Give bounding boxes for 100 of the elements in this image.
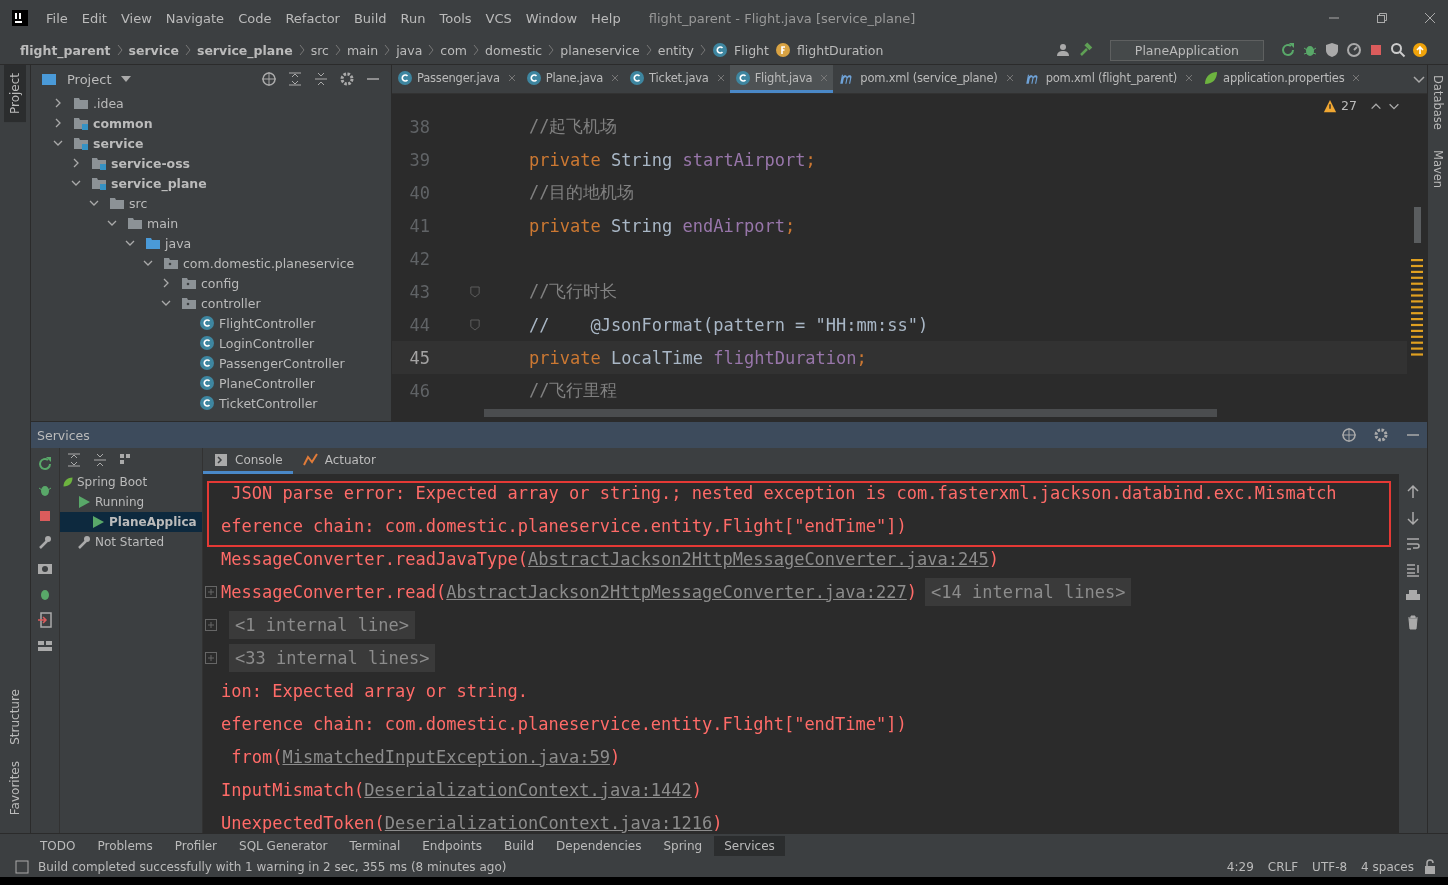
tool-window-tab[interactable]: Spring xyxy=(653,835,713,856)
breadcrumb-item[interactable]: Flight xyxy=(734,42,769,58)
console-tab[interactable]: Console xyxy=(203,448,293,474)
editor-tab[interactable]: Ticket.java xyxy=(624,65,730,93)
expand-all-icon[interactable] xyxy=(66,452,82,468)
rerun-icon[interactable] xyxy=(1280,42,1296,58)
close-icon[interactable] xyxy=(1424,12,1436,24)
tree-item[interactable]: service-oss xyxy=(111,155,191,171)
tree-item[interactable]: .idea xyxy=(93,95,124,111)
warning-count[interactable]: 27 xyxy=(1341,98,1357,113)
editor-tab[interactable]: pom.xml (flight_parent) xyxy=(1018,65,1199,93)
close-icon[interactable] xyxy=(716,73,725,82)
folded-lines[interactable]: <1 internal line> xyxy=(229,610,415,639)
arrow-down-icon[interactable] xyxy=(1405,510,1421,526)
collapse-all-icon[interactable] xyxy=(313,71,329,87)
folded-lines[interactable]: <14 internal lines> xyxy=(925,577,1132,606)
breadcrumb-item[interactable]: entity xyxy=(657,42,694,58)
menu-item[interactable]: Tools xyxy=(433,10,478,26)
tool-window-tab[interactable]: Maven xyxy=(1431,139,1445,198)
menu-item[interactable]: Window xyxy=(519,10,584,26)
menu-item[interactable]: VCS xyxy=(479,10,518,26)
chevron-icon[interactable] xyxy=(71,178,81,188)
target-icon[interactable] xyxy=(1341,427,1357,443)
menu-item[interactable]: Build xyxy=(347,10,393,26)
breadcrumb-item[interactable]: service xyxy=(128,42,179,58)
tree-item[interactable]: service xyxy=(93,135,144,151)
tool-window-tab[interactable]: Structure xyxy=(4,680,26,753)
tree-item[interactable]: PassengerController xyxy=(219,355,345,371)
stop-icon[interactable] xyxy=(37,508,53,524)
tree-item[interactable]: main xyxy=(147,215,179,231)
run-tree-label[interactable]: Spring Boot xyxy=(77,475,148,489)
tree-item[interactable]: TicketController xyxy=(219,395,318,411)
target-icon[interactable] xyxy=(261,71,277,87)
rerun-icon[interactable] xyxy=(37,456,53,472)
trash-icon[interactable] xyxy=(1405,614,1421,630)
chevron-icon[interactable] xyxy=(125,238,135,248)
menu-item[interactable]: Run xyxy=(394,10,432,26)
file-link[interactable]: DeserializationContext.java:1216 xyxy=(384,812,713,833)
lock-icon[interactable] xyxy=(1422,859,1438,875)
editor-tab[interactable]: Plane.java xyxy=(520,65,625,93)
editor-tab[interactable]: Passenger.java xyxy=(392,65,521,93)
tree-item[interactable]: FlightController xyxy=(219,315,316,331)
breadcrumb-item[interactable]: java xyxy=(396,42,423,58)
exit-icon[interactable] xyxy=(37,612,53,628)
caret-icon[interactable] xyxy=(121,76,132,82)
tool-window-tab[interactable]: Profiler xyxy=(164,835,228,856)
panel-title[interactable]: Project xyxy=(67,71,112,87)
tree-item[interactable]: LoginController xyxy=(219,335,315,351)
layout-icon[interactable] xyxy=(37,638,53,654)
wrap-icon[interactable] xyxy=(1405,536,1421,552)
chevron-icon[interactable] xyxy=(53,118,63,128)
scroll-end-icon[interactable] xyxy=(1405,562,1421,578)
tool-window-tab[interactable]: Endpoints xyxy=(412,835,492,856)
arrow-up-icon[interactable] xyxy=(1405,484,1421,500)
close-icon[interactable] xyxy=(507,73,516,82)
settings-icon[interactable] xyxy=(339,71,355,87)
console-tab[interactable]: Actuator xyxy=(292,448,386,474)
run-tree-label[interactable]: Running xyxy=(95,495,145,509)
close-icon[interactable] xyxy=(1185,73,1194,82)
run-tree-label[interactable]: Not Started xyxy=(95,535,165,549)
tool-window-tab[interactable]: Favorites xyxy=(4,752,26,823)
menu-item[interactable]: View xyxy=(114,10,158,26)
tool-window-tab[interactable]: Project xyxy=(4,65,26,123)
file-link[interactable]: MismatchedInputException.java:59 xyxy=(282,746,610,767)
run-configuration-dropdown[interactable]: PlaneApplication xyxy=(1109,39,1264,61)
breadcrumb-item[interactable]: service_plane xyxy=(196,42,293,58)
menu-item[interactable]: Refactor xyxy=(279,10,346,26)
warning-icon[interactable] xyxy=(1323,98,1338,113)
chevron-icon[interactable] xyxy=(143,258,153,268)
breadcrumb-item[interactable]: main xyxy=(346,42,379,58)
editor-tab[interactable]: pom.xml (service_plane) xyxy=(833,65,1019,93)
tool-window-tab[interactable]: Services xyxy=(714,835,785,856)
tool-window-tab[interactable]: SQL Generator xyxy=(229,835,338,856)
editor-tab[interactable]: application.properties xyxy=(1198,65,1366,93)
tree-item[interactable]: common xyxy=(93,115,153,131)
menu-item[interactable]: Navigate xyxy=(159,10,231,26)
menu-item[interactable]: Code xyxy=(232,10,278,26)
gauge-icon[interactable] xyxy=(1346,42,1362,58)
editor-tab[interactable]: Flight.java xyxy=(729,65,834,93)
user-icon[interactable] xyxy=(1055,42,1072,58)
close-icon[interactable] xyxy=(1005,73,1014,82)
file-link[interactable]: DeserializationContext.java:1442 xyxy=(364,779,692,800)
search-icon[interactable] xyxy=(1390,42,1406,58)
breadcrumb-item[interactable]: domestic xyxy=(485,42,543,58)
collapse-all-icon[interactable] xyxy=(92,452,108,468)
tree-item[interactable]: config xyxy=(201,275,240,291)
wrench-icon[interactable] xyxy=(37,534,53,550)
restore-icon[interactable] xyxy=(1376,12,1388,24)
expand-icon[interactable] xyxy=(205,618,217,631)
tree-item[interactable]: src xyxy=(129,195,148,211)
status-item[interactable]: CRLF xyxy=(1267,860,1299,874)
close-icon[interactable] xyxy=(1352,73,1361,82)
file-link[interactable]: AbstractJackson2HttpMessageConverter.java:227 xyxy=(446,581,907,602)
chevron-icon[interactable] xyxy=(53,98,63,108)
tree-item[interactable]: controller xyxy=(201,295,261,311)
breadcrumb-item[interactable]: com xyxy=(440,42,468,58)
chevron-icon[interactable] xyxy=(89,198,99,208)
status-item[interactable]: 4 spaces xyxy=(1361,860,1414,874)
chevron-icon[interactable] xyxy=(53,138,63,148)
breadcrumb-item[interactable]: src xyxy=(310,42,329,58)
